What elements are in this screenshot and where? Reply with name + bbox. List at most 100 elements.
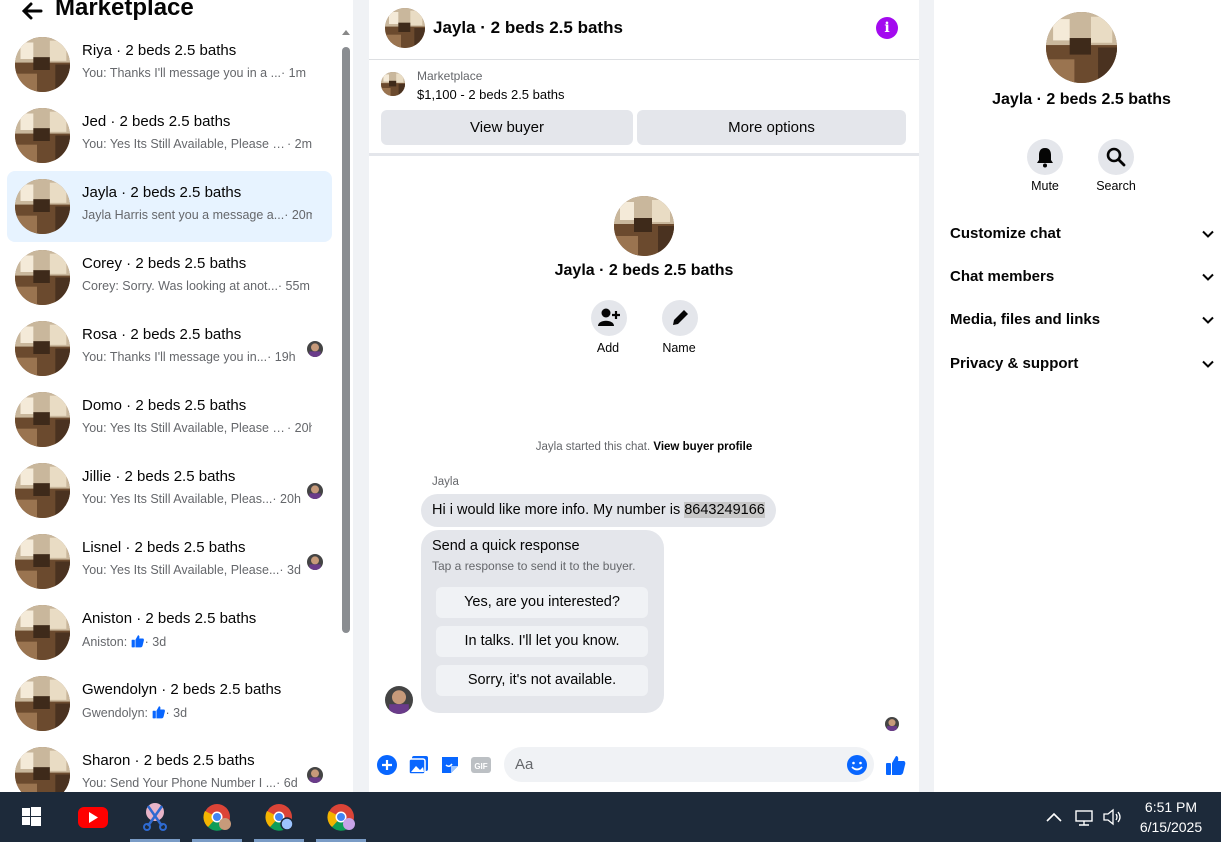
marketplace-listing-card: Marketplace $1,100 - 2 beds 2.5 baths Vi… [369,61,919,156]
conversation-preview: Gwendolyn: · 3d [82,705,312,720]
preview-text: You: Yes Its Still Available, Please S..… [82,137,287,151]
seen-avatar [307,767,323,783]
info-icon[interactable]: i [876,17,898,39]
chat-members-section[interactable]: Chat members [950,262,1215,292]
taskbar-snipping-tool[interactable] [130,792,180,842]
thumbs-up-icon[interactable] [885,754,907,776]
preview-time: · 20h [287,421,312,435]
conversation-item[interactable]: Sharon · 2 beds 2.5 baths You: Send Your … [7,739,332,792]
conversation-avatar [15,250,70,305]
conversation-preview: Aniston: · 3d [82,634,312,649]
quick-reply-button[interactable]: Yes, are you interested? [436,587,648,618]
conversation-name: Jed · 2 beds 2.5 baths [82,113,231,130]
speaker-icon[interactable] [1101,807,1123,827]
preview-text: You: Yes Its Still Available, Please S..… [82,421,287,435]
conversation-item[interactable]: Lisnel · 2 beds 2.5 baths You: Yes Its St… [7,526,332,597]
chevron-down-icon [1201,227,1215,241]
start-button[interactable] [4,792,54,842]
conversation-item[interactable]: Domo · 2 beds 2.5 baths You: Yes Its Stil… [7,384,332,455]
gif-icon[interactable]: GIF [470,754,492,776]
plus-circle-icon[interactable] [376,754,398,776]
conversation-preview: You: Yes Its Still Available, Pleas...· … [82,492,312,506]
chat-title[interactable]: Jayla · 2 beds 2.5 baths [433,18,623,38]
clock-time: 6:51 PM [1144,799,1198,815]
conversation-avatar [15,392,70,447]
preview-text: Corey: Sorry. Was looking at anot... [82,279,278,293]
thumbs-up-icon [131,635,144,648]
add-person-button[interactable] [591,300,627,336]
taskbar-chrome-1[interactable] [192,792,242,842]
conversation-item[interactable]: Jed · 2 beds 2.5 baths You: Yes Its Still… [7,100,332,171]
privacy-support-section[interactable]: Privacy & support [950,349,1215,379]
scrollbar-thumb[interactable] [342,47,350,633]
conversation-avatar [15,747,70,792]
scroll-up-arrow-icon[interactable] [342,30,350,35]
view-buyer-profile-link[interactable]: View buyer profile [653,441,752,453]
conversation-item[interactable]: Jillie · 2 beds 2.5 baths You: Yes Its St… [7,455,332,526]
preview-time: · 20h [272,492,301,506]
quick-reply-button[interactable]: In talks. I'll let you know. [436,626,648,657]
conversation-avatar [15,605,70,660]
message-input[interactable] [504,747,874,782]
taskbar-chrome-2[interactable] [254,792,304,842]
listing-price-title[interactable]: $1,100 - 2 beds 2.5 baths [417,87,564,102]
add-person-icon [598,308,620,326]
conversation-item[interactable]: Corey · 2 beds 2.5 baths Corey: Sorry. Wa… [7,242,332,313]
preview-time: · 19h [267,350,296,364]
add-label: Add [596,341,620,355]
preview-time: · 1m [281,66,307,80]
scissors-icon [143,803,167,831]
conversation-name: Sharon · 2 beds 2.5 baths [82,752,255,769]
chevron-up-icon[interactable] [1043,807,1065,827]
mute-button[interactable] [1027,139,1063,175]
conversation-name: Gwendolyn · 2 beds 2.5 baths [82,681,282,698]
chrome-icon [327,804,355,831]
taskbar-youtube[interactable] [67,792,117,842]
conversation-avatar [15,534,70,589]
emoji-icon[interactable] [846,754,868,776]
conversation-item[interactable]: Riya · 2 beds 2.5 baths You: Thanks I'll … [7,29,332,100]
chevron-down-icon [1201,270,1215,284]
conversation-avatar [15,37,70,92]
quick-reply-button[interactable]: Sorry, it's not available. [436,665,648,696]
marketplace-label: Marketplace [417,69,483,83]
chrome-icon [265,804,294,831]
conversation-item[interactable]: Aniston · 2 beds 2.5 baths Aniston: · 3d [7,597,332,668]
view-buyer-button[interactable]: View buyer [381,110,633,145]
preview-text: You: Send Your Phone Number I ... [82,776,277,790]
preview-text: You: Yes Its Still Available, Pleas... [82,492,273,506]
section-label: Chat members [950,268,1055,285]
edit-name-button[interactable] [662,300,698,336]
more-options-button[interactable]: More options [637,110,906,145]
details-avatar[interactable] [1046,12,1117,83]
conversation-item[interactable]: Gwendolyn · 2 beds 2.5 baths Gwendolyn: ·… [7,668,332,739]
customize-chat-section[interactable]: Customize chat [950,219,1215,249]
clock-date: 6/15/2025 [1139,819,1203,835]
conversation-item[interactable]: Jayla · 2 beds 2.5 baths Jayla Harris sen… [7,171,332,242]
conversation-avatar [15,179,70,234]
phone-number[interactable]: 8643249166 [684,502,765,518]
listing-thumbnail[interactable] [381,72,405,96]
system-clock[interactable]: 6:51 PM 6/15/2025 [1128,797,1214,837]
chat-avatar[interactable] [385,8,425,48]
conversation-name: Riya · 2 beds 2.5 baths [82,42,237,59]
photo-icon[interactable] [408,754,430,776]
network-icon[interactable] [1073,807,1095,827]
conversation-item[interactable]: Rosa · 2 beds 2.5 baths You: Thanks I'll … [7,313,332,384]
taskbar-chrome-3[interactable] [316,792,366,842]
conversation-avatar [15,108,70,163]
search-icon [1106,147,1126,167]
conversation-preview: Corey: Sorry. Was looking at anot...· 55… [82,279,312,293]
preview-time: · 3d [279,563,301,577]
search-button[interactable] [1098,139,1134,175]
bell-icon [1037,148,1053,168]
conversation-name: Jayla · 2 beds 2.5 baths [82,184,242,201]
preview-text: Gwendolyn: [82,706,149,720]
back-arrow-icon[interactable] [18,0,46,25]
system-message: Jayla started this chat. View buyer prof… [369,441,919,453]
media-files-links-section[interactable]: Media, files and links [950,305,1215,335]
preview-text: You: Thanks I'll message you in a ... [82,66,282,80]
incoming-message-bubble[interactable]: Hi i would like more info. My number is … [421,494,776,527]
quick-response-subtitle: Tap a response to send it to the buyer. [432,559,636,573]
sticker-icon[interactable] [439,754,461,776]
